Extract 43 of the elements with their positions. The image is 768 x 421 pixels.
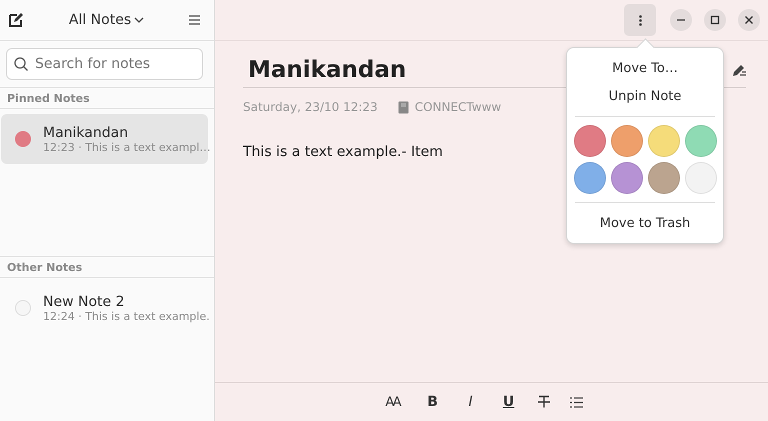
note-title: Manikandan — [43, 124, 130, 140]
maximize-icon — [710, 15, 720, 25]
close-icon — [744, 15, 754, 25]
color-swatch[interactable] — [648, 162, 680, 194]
maximize-button[interactable] — [704, 9, 726, 31]
edit-icon[interactable] — [732, 63, 746, 77]
font-size-button[interactable]: AA — [384, 391, 404, 413]
note-date: Saturday, 23/10 12:23 — [243, 100, 378, 114]
note-title: New Note 2 — [43, 294, 126, 310]
close-button[interactable] — [738, 9, 760, 31]
section-heading: Pinned Notes — [0, 88, 214, 109]
color-swatch[interactable] — [610, 125, 642, 157]
bold-button[interactable]: B — [424, 391, 442, 413]
chevron-down-icon — [134, 17, 144, 23]
note-item[interactable]: New Note 2 12:24 · This is a text example. — [1, 283, 208, 333]
menu-item[interactable]: Move to Trash — [575, 209, 715, 237]
list-icon[interactable] — [570, 396, 583, 408]
menu-item[interactable]: Move To… — [575, 54, 715, 82]
more-icon — [638, 14, 642, 26]
search-field[interactable]: Search for notes — [6, 48, 203, 80]
note-title: Manikandan — [247, 57, 406, 83]
color-swatch[interactable] — [684, 125, 716, 157]
more-button[interactable] — [624, 4, 656, 36]
note-body: This is a text example.- Item — [243, 144, 444, 160]
minimize-button[interactable] — [670, 9, 692, 31]
compose-icon[interactable] — [8, 12, 24, 28]
color-swatch[interactable] — [648, 125, 680, 157]
section-heading: Other Notes — [0, 257, 214, 278]
note-preview: 12:24 · This is a text example. — [43, 310, 210, 322]
notebook-icon — [398, 100, 409, 114]
italic-button[interactable]: I — [462, 391, 480, 413]
view-dropdown[interactable]: All Notes — [64, 10, 148, 30]
color-swatch[interactable] — [574, 162, 606, 194]
color-swatch[interactable] — [574, 125, 606, 157]
menu-icon[interactable] — [189, 15, 200, 25]
note-preview: 12:23 · This is a text exampl… — [43, 140, 210, 154]
menu-item[interactable]: Unpin Note — [575, 82, 715, 110]
search-icon — [14, 57, 28, 71]
color-swatch[interactable] — [684, 162, 716, 194]
underline-button[interactable]: U — [500, 391, 518, 413]
strikethrough-icon[interactable] — [538, 395, 550, 409]
note-item[interactable]: Manikandan 12:23 · This is a text exampl… — [1, 114, 208, 164]
color-swatch[interactable] — [610, 162, 642, 194]
